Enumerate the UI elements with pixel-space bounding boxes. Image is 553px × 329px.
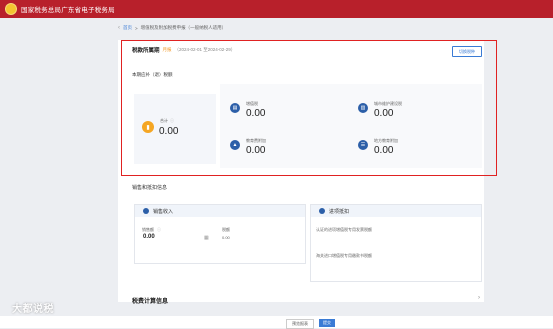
breadcrumb-home[interactable]: 首页 [123, 25, 132, 31]
deduction-line-1: 认证的进项增值税专用发票税额 [316, 227, 372, 232]
info-icon[interactable]: ⓘ [157, 227, 161, 233]
income-icon [143, 208, 149, 214]
submit-button[interactable]: 提交 [319, 319, 335, 327]
tax-amount-value: 0.00 [222, 235, 230, 240]
sales-amount-label: 销售额 [142, 227, 154, 232]
footer-bar [0, 316, 553, 328]
watermark: 大都说税 [12, 304, 54, 315]
deduction-title: 进项抵扣 [329, 208, 350, 215]
site-title: 国家税务总局广东省电子税务局 [21, 7, 115, 14]
sales-income-card: 销售收入 [134, 204, 306, 264]
breadcrumb-current: 增值税及附加税费申报（一般纳税人适用） [140, 25, 227, 30]
deduction-icon [319, 208, 325, 214]
sales-income-header: 销售收入 [135, 205, 305, 217]
deduction-line-2: 海关进口增值税专用缴款书税额 [316, 253, 372, 258]
sales-amount-input[interactable]: 0.00 [143, 234, 155, 240]
deduction-card: 进项抵扣 [310, 204, 482, 282]
top-bar: 国家税务总局广东省电子税务局 [0, 0, 553, 18]
back-icon[interactable]: ‹ [118, 25, 120, 31]
national-emblem-icon [5, 3, 17, 15]
chevron-right-icon[interactable]: › [478, 295, 480, 301]
tax-amount-label: 税额 [222, 227, 230, 232]
calc-section-title[interactable]: 税费计算信息 [132, 296, 168, 305]
sales-income-title: 销售收入 [153, 208, 174, 215]
deduction-header: 进项抵扣 [311, 205, 481, 217]
sales-section-title: 销售和抵扣信息 [132, 185, 168, 191]
breadcrumb: ‹ 首页 > 增值税及附加税费申报（一般纳税人适用） [118, 22, 482, 34]
highlight-box [121, 40, 497, 176]
calculator-icon[interactable]: ▦ [204, 235, 209, 241]
breadcrumb-separator: > [135, 25, 138, 31]
